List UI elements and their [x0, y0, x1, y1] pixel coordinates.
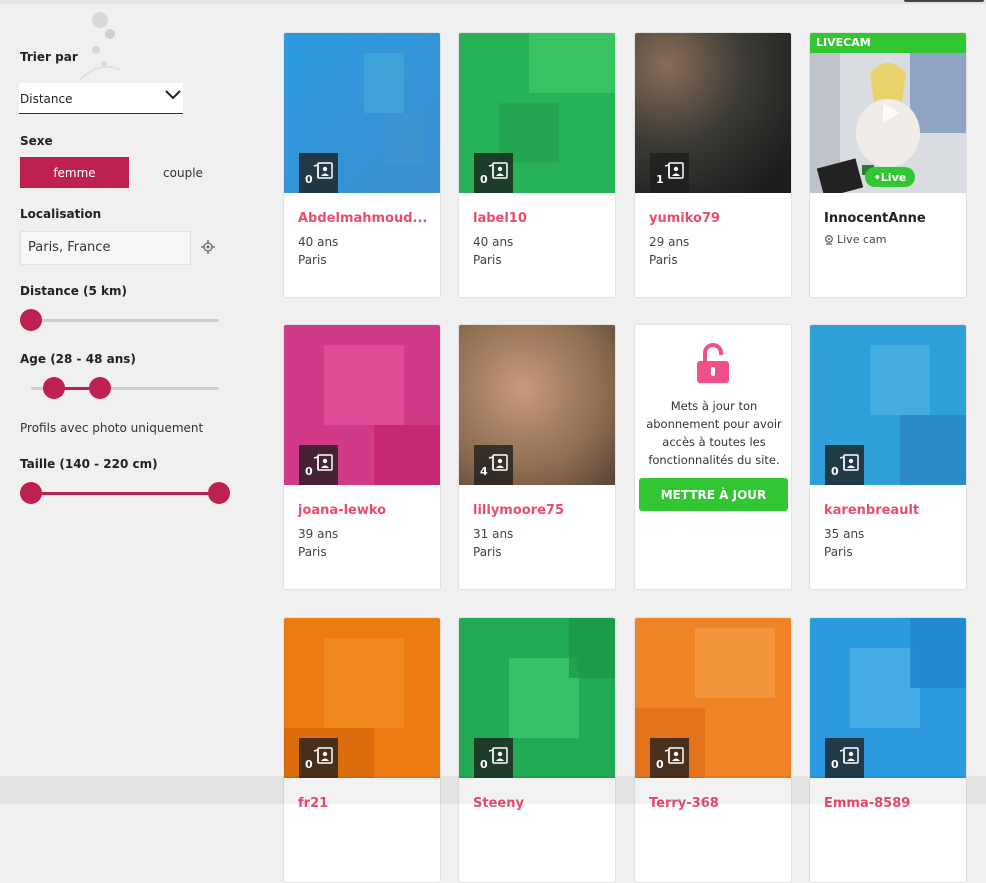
profile-username[interactable]: Abdelmahmoud...	[298, 211, 427, 226]
location-label: Localisation	[20, 207, 102, 221]
photos-icon	[839, 454, 859, 471]
profile-card[interactable]: 4 lillymoore75 31 ans Paris	[458, 324, 616, 590]
webcam-icon	[825, 234, 833, 245]
photos-icon	[488, 454, 508, 471]
photo-count-badge: 0	[299, 153, 338, 193]
distance-label: Distance (5 km)	[20, 284, 128, 298]
profile-city: Paris	[298, 253, 327, 267]
photos-icon	[664, 747, 684, 764]
profile-city: Paris	[473, 253, 502, 267]
photos-icon	[664, 162, 684, 179]
profile-city: Paris	[824, 545, 853, 559]
sex-option-couple[interactable]: couple	[137, 157, 229, 188]
photo-count-badge: 0	[650, 738, 689, 778]
photo-count-badge: 0	[299, 738, 338, 778]
height-label: Taille (140 - 220 cm)	[20, 457, 158, 471]
sort-select[interactable]: Distance	[19, 83, 183, 114]
profile-card[interactable]: 0 joana-lewko 39 ans Paris	[283, 324, 441, 590]
profile-card[interactable]: 0 Terry-368	[634, 617, 792, 883]
livecam-card[interactable]: LIVECAM •Live InnocentAnne Live cam	[809, 32, 967, 298]
profile-username[interactable]: karenbreault	[824, 503, 919, 518]
upgrade-card: Mets à jour ton abonnement pour avoir ac…	[634, 324, 792, 590]
age-slider-max-handle[interactable]	[89, 377, 111, 399]
height-slider-range[interactable]	[31, 492, 219, 495]
photo-count-badge: 0	[299, 445, 338, 485]
locate-icon[interactable]	[201, 240, 215, 254]
profile-username[interactable]: yumiko79	[649, 211, 720, 226]
top-right-button-edge[interactable]	[904, 0, 984, 2]
profile-card[interactable]: 0 label10 40 ans Paris	[458, 32, 616, 298]
upgrade-message: Mets à jour ton abonnement pour avoir ac…	[646, 399, 782, 467]
livecam-preview: •Live	[810, 33, 966, 193]
height-slider-min-handle[interactable]	[20, 482, 42, 504]
unlock-icon	[697, 343, 729, 383]
profile-username[interactable]: joana-lewko	[298, 503, 386, 518]
distance-slider-handle[interactable]	[20, 309, 42, 331]
profile-city: Paris	[649, 253, 678, 267]
location-input[interactable]: Paris, France	[20, 231, 191, 265]
profile-card[interactable]: 0 Abdelmahmoud... 40 ans Paris	[283, 32, 441, 298]
chevron-down-icon	[165, 90, 181, 100]
play-icon[interactable]	[876, 99, 904, 127]
photos-icon	[313, 747, 333, 764]
photo-count-badge: 0	[474, 738, 513, 778]
profile-username[interactable]: lillymoore75	[473, 503, 564, 518]
profile-card[interactable]: 0 Emma-8589	[809, 617, 967, 883]
sort-label: Trier par	[20, 50, 78, 64]
profile-city: Paris	[298, 545, 327, 559]
profile-city: Paris	[473, 545, 502, 559]
profile-card[interactable]: 0 fr21	[283, 617, 441, 883]
profile-card[interactable]: 0 Steeny	[458, 617, 616, 883]
profile-card[interactable]: 1 yumiko79 29 ans Paris	[634, 32, 792, 298]
age-label: Age (28 - 48 ans)	[20, 352, 136, 366]
photo-count-badge: 0	[825, 738, 864, 778]
photos-icon	[488, 162, 508, 179]
photos-icon	[313, 454, 333, 471]
sort-select-value: Distance	[20, 92, 73, 106]
profile-age: 40 ans	[473, 235, 514, 249]
height-slider-max-handle[interactable]	[208, 482, 230, 504]
profile-age: 29 ans	[649, 235, 690, 249]
photo-count-badge: 0	[825, 445, 864, 485]
upgrade-button[interactable]: METTRE À JOUR	[639, 478, 788, 511]
livecam-label: Live cam	[824, 233, 886, 246]
profile-age: 39 ans	[298, 527, 339, 541]
livecam-username[interactable]: InnocentAnne	[824, 211, 926, 226]
filter-sidebar: Trier par Distance Sexe femme couple Loc…	[0, 0, 260, 804]
photo-only-toggle-label[interactable]: Profils avec photo uniquement	[20, 421, 203, 435]
viewport-bottom-shade	[0, 776, 986, 804]
livecam-badge: LIVECAM	[810, 33, 966, 53]
photos-icon	[839, 747, 859, 764]
profile-username[interactable]: label10	[473, 211, 527, 226]
sex-label: Sexe	[20, 134, 53, 148]
photos-icon	[313, 162, 333, 179]
age-slider-min-handle[interactable]	[43, 377, 65, 399]
distance-slider-track[interactable]	[31, 319, 219, 322]
profile-card[interactable]: 0 karenbreault 35 ans Paris	[809, 324, 967, 590]
photos-icon	[488, 747, 508, 764]
profile-age: 40 ans	[298, 235, 339, 249]
photo-count-badge: 4	[474, 445, 513, 485]
photo-count-badge: 1	[650, 153, 689, 193]
decorative-floral-graphic	[79, 12, 121, 81]
live-status-pill: •Live	[865, 167, 915, 187]
photo-count-badge: 0	[474, 153, 513, 193]
livecam-label-text: Live cam	[837, 233, 887, 246]
profile-age: 31 ans	[473, 527, 514, 541]
sex-option-femme[interactable]: femme	[20, 157, 129, 188]
profile-age: 35 ans	[824, 527, 865, 541]
